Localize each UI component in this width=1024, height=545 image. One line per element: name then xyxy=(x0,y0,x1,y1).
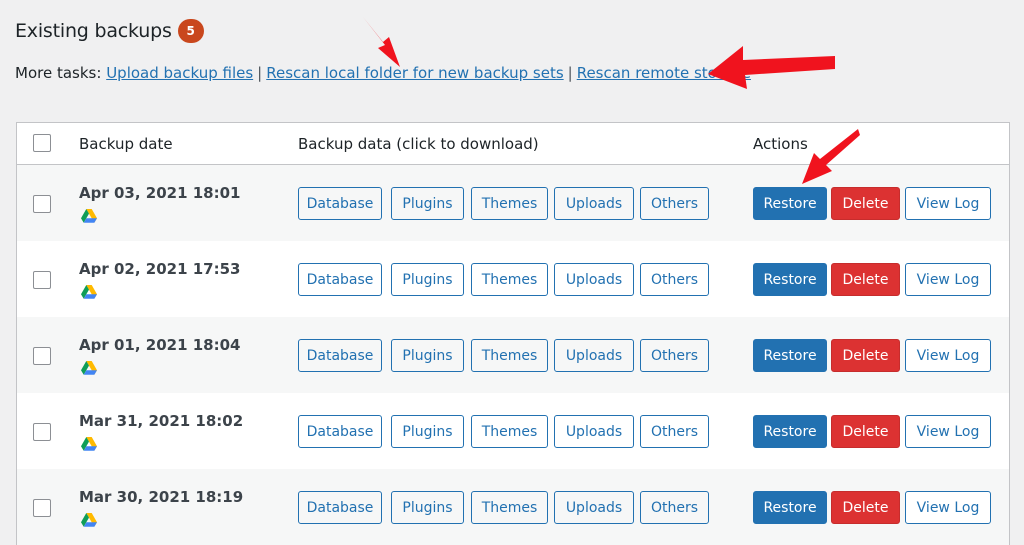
plugins-download-button[interactable]: Plugins xyxy=(391,491,464,524)
plugins-download-button[interactable]: Plugins xyxy=(391,187,464,220)
database-download-button[interactable]: Database xyxy=(298,339,382,372)
plugins-download-button[interactable]: Plugins xyxy=(391,263,464,296)
plugins-download-button[interactable]: Plugins xyxy=(391,415,464,448)
database-download-button[interactable]: Database xyxy=(298,491,382,524)
google-drive-icon xyxy=(81,361,97,375)
separator: | xyxy=(567,64,573,82)
others-download-button[interactable]: Others xyxy=(640,263,709,296)
more-tasks: More tasks: Upload backup files | Rescan l… xyxy=(15,64,751,82)
delete-button[interactable]: Delete xyxy=(831,339,900,372)
table-row: Mar 30, 2021 18:19 Database Plugins Themes… xyxy=(17,469,1009,545)
plugins-download-button[interactable]: Plugins xyxy=(391,339,464,372)
database-download-button[interactable]: Database xyxy=(298,263,382,296)
backup-count-badge: 5 xyxy=(177,19,204,43)
rescan-remote-storage-link[interactable]: Rescan remote storage xyxy=(577,64,751,82)
others-download-button[interactable]: Others xyxy=(640,415,709,448)
google-drive-icon xyxy=(81,437,97,451)
separator: | xyxy=(257,64,263,82)
restore-button[interactable]: Restore xyxy=(753,263,827,296)
column-backup-date: Backup date xyxy=(79,135,173,153)
restore-button[interactable]: Restore xyxy=(753,491,827,524)
row-checkbox[interactable] xyxy=(33,499,51,517)
row-checkbox[interactable] xyxy=(33,423,51,441)
table-row: Apr 01, 2021 18:04 Database Plugins Themes… xyxy=(17,317,1009,393)
view-log-button[interactable]: View Log xyxy=(905,491,991,524)
uploads-download-button[interactable]: Uploads xyxy=(554,491,634,524)
column-backup-data: Backup data (click to download) xyxy=(298,135,539,153)
view-log-button[interactable]: View Log xyxy=(905,187,991,220)
table-row: Apr 03, 2021 18:01 Database Plugins Themes… xyxy=(17,165,1009,241)
themes-download-button[interactable]: Themes xyxy=(471,187,548,220)
table-row: Mar 31, 2021 18:02 Database Plugins Themes… xyxy=(17,393,1009,469)
uploads-download-button[interactable]: Uploads xyxy=(554,339,634,372)
row-checkbox[interactable] xyxy=(33,347,51,365)
uploads-download-button[interactable]: Uploads xyxy=(554,415,634,448)
database-download-button[interactable]: Database xyxy=(298,187,382,220)
uploads-download-button[interactable]: Uploads xyxy=(554,187,634,220)
delete-button[interactable]: Delete xyxy=(831,263,900,296)
backup-date: Apr 02, 2021 17:53 xyxy=(79,260,241,278)
restore-button[interactable]: Restore xyxy=(753,187,827,220)
restore-button[interactable]: Restore xyxy=(753,339,827,372)
google-drive-icon xyxy=(81,285,97,299)
themes-download-button[interactable]: Themes xyxy=(471,263,548,296)
others-download-button[interactable]: Others xyxy=(640,187,709,220)
view-log-button[interactable]: View Log xyxy=(905,415,991,448)
delete-button[interactable]: Delete xyxy=(831,491,900,524)
column-actions: Actions xyxy=(753,135,808,153)
others-download-button[interactable]: Others xyxy=(640,491,709,524)
backups-table: Backup date Backup data (click to downlo… xyxy=(16,122,1010,545)
row-checkbox[interactable] xyxy=(33,195,51,213)
backup-date: Apr 03, 2021 18:01 xyxy=(79,184,241,202)
more-tasks-label: More tasks: xyxy=(15,64,102,82)
backup-date: Mar 30, 2021 18:19 xyxy=(79,488,244,506)
page-title: Existing backups xyxy=(15,20,172,42)
uploads-download-button[interactable]: Uploads xyxy=(554,263,634,296)
rescan-local-folder-link[interactable]: Rescan local folder for new backup sets xyxy=(266,64,563,82)
page-heading: Existing backups 5 xyxy=(15,19,204,43)
themes-download-button[interactable]: Themes xyxy=(471,491,548,524)
table-header: Backup date Backup data (click to downlo… xyxy=(17,123,1009,165)
others-download-button[interactable]: Others xyxy=(640,339,709,372)
table-row: Apr 02, 2021 17:53 Database Plugins Themes… xyxy=(17,241,1009,317)
backup-date: Apr 01, 2021 18:04 xyxy=(79,336,241,354)
delete-button[interactable]: Delete xyxy=(831,415,900,448)
google-drive-icon xyxy=(81,513,97,527)
google-drive-icon xyxy=(81,209,97,223)
select-all-checkbox[interactable] xyxy=(33,134,51,152)
delete-button[interactable]: Delete xyxy=(831,187,900,220)
themes-download-button[interactable]: Themes xyxy=(471,415,548,448)
database-download-button[interactable]: Database xyxy=(298,415,382,448)
view-log-button[interactable]: View Log xyxy=(905,339,991,372)
backup-date: Mar 31, 2021 18:02 xyxy=(79,412,244,430)
row-checkbox[interactable] xyxy=(33,271,51,289)
upload-backup-files-link[interactable]: Upload backup files xyxy=(106,64,253,82)
view-log-button[interactable]: View Log xyxy=(905,263,991,296)
themes-download-button[interactable]: Themes xyxy=(471,339,548,372)
annotation-arrow-icon xyxy=(363,17,400,67)
restore-button[interactable]: Restore xyxy=(753,415,827,448)
